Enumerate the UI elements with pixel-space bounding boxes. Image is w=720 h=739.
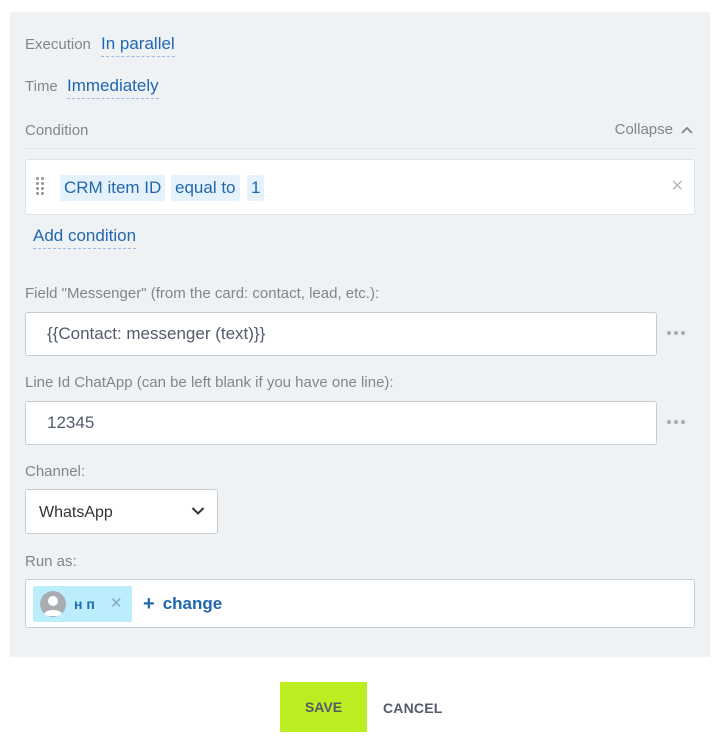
line-id-label: Line Id ChatApp (can be left blank if yo… (25, 374, 394, 391)
save-button[interactable]: SAVE (280, 682, 367, 732)
chevron-up-icon (681, 126, 693, 134)
collapse-label: Collapse (614, 121, 673, 138)
line-id-input[interactable] (25, 401, 657, 445)
messenger-field-input[interactable] (25, 312, 657, 356)
drag-handle-icon[interactable] (36, 177, 46, 195)
chevron-down-icon (191, 507, 205, 515)
condition-label: Condition (25, 122, 89, 139)
avatar[interactable] (40, 591, 66, 617)
channel-select[interactable]: WhatsApp (25, 489, 218, 534)
add-condition-link[interactable]: Add condition (33, 226, 137, 249)
channel-label: Channel: (25, 463, 86, 480)
execution-label: Execution (25, 36, 91, 53)
condition-field-chip[interactable]: CRM item ID (60, 175, 166, 201)
change-label: change (162, 594, 223, 613)
messenger-field-label: Field "Messenger" (from the card: contac… (25, 285, 380, 302)
user-chip: н п ✕ (33, 586, 132, 622)
time-label: Time (25, 78, 58, 95)
remove-user-icon[interactable]: ✕ (110, 594, 123, 612)
remove-condition-icon[interactable]: ✕ (671, 176, 684, 196)
collapse-toggle[interactable]: Collapse (615, 121, 693, 138)
execution-value-link[interactable]: In parallel (101, 34, 175, 57)
run-as-box: н п ✕ + change (25, 579, 695, 628)
user-icon (43, 596, 63, 616)
plus-icon: + (143, 593, 155, 615)
more-options-icon[interactable] (667, 328, 689, 338)
condition-value-chip[interactable]: 1 (247, 175, 265, 201)
change-user-link[interactable]: + change (143, 594, 222, 614)
condition-header: Condition Collapse (25, 121, 695, 149)
user-name: н п (74, 596, 95, 612)
more-options-icon[interactable] (667, 417, 689, 427)
cancel-button[interactable]: CANCEL (383, 700, 443, 716)
channel-selected-value: WhatsApp (39, 504, 113, 521)
run-as-label: Run as: (25, 553, 77, 570)
condition-operator-chip[interactable]: equal to (171, 175, 240, 201)
condition-row: CRM item ID equal to 1 ✕ (25, 159, 695, 215)
time-value-link[interactable]: Immediately (67, 76, 159, 99)
